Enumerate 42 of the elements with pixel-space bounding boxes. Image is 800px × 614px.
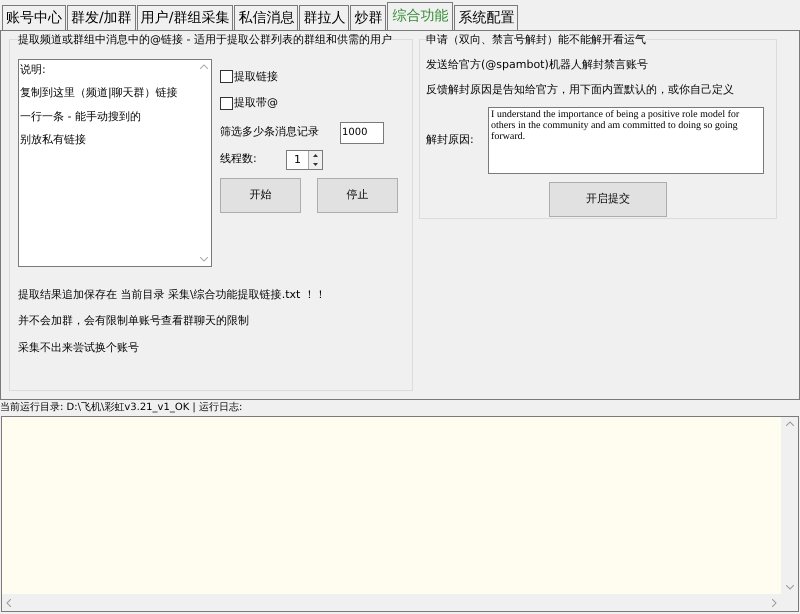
textarea-line: 别放私有链接	[20, 132, 87, 148]
checkbox-option[interactable]: 提取链接	[220, 68, 404, 85]
checkbox[interactable]	[220, 96, 233, 110]
note-text: 并不会加群，会有限制单账号查看群聊天的限制	[18, 313, 250, 329]
threads-spinner[interactable]: 1	[286, 150, 323, 170]
tab[interactable]: 综合功能	[387, 2, 454, 30]
tab[interactable]: 群发/加群	[67, 5, 136, 30]
scroll-up-icon[interactable]	[200, 64, 208, 68]
horizontal-scrollbar[interactable]	[2, 594, 781, 611]
spin-down-icon[interactable]	[313, 162, 318, 166]
action-button[interactable]: 停止	[317, 178, 398, 212]
tab[interactable]: 用户/群组采集	[136, 5, 234, 30]
action-button[interactable]: 开始	[220, 178, 301, 212]
textarea-line: 一行一条 - 能手动搜到的	[20, 108, 142, 124]
scroll-down-icon[interactable]	[786, 585, 794, 590]
textarea-line: 复制到这里（频道|聊天群）链接	[20, 85, 179, 101]
scroll-up-icon[interactable]	[786, 421, 794, 426]
tab[interactable]: 账号中心	[2, 5, 66, 30]
links-textarea[interactable]: 说明: 复制到这里（频道|聊天群）链接 一行一条 - 能手动搜到的 别放私有链接	[18, 58, 212, 266]
tab[interactable]: 私信消息	[234, 5, 298, 30]
tab[interactable]: 群拉人	[299, 5, 350, 30]
textarea-line: 说明:	[20, 62, 47, 78]
note-text: 采集不出来尝试换个账号	[18, 340, 140, 356]
checkbox[interactable]	[220, 70, 233, 84]
message-count-input[interactable]: 1000	[340, 122, 384, 144]
scroll-down-icon[interactable]	[200, 256, 208, 262]
checkbox-option[interactable]: 提取带@	[220, 95, 404, 112]
submit-button[interactable]: 开启提交	[549, 182, 667, 216]
info-text: 发送给官方(@spambot)机器人解封禁言账号	[426, 56, 649, 72]
threads-label: 线程数:	[220, 151, 258, 168]
spin-up-icon[interactable]	[313, 154, 318, 156]
status-line: 当前运行目录: D:\飞机\彩虹v3.21_v1_OK | 运行日志:	[0, 400, 244, 415]
filter-label: 筛选多少条消息记录	[220, 124, 320, 140]
tab[interactable]: 系统配置	[454, 5, 518, 30]
note-text: 提取结果追加保存在 当前目录 采集\综合功能提取链接.txt ！！	[18, 286, 327, 302]
tab[interactable]: 炒群	[350, 5, 386, 30]
reason-textarea[interactable]: I understand the importance of being a positive role model for others in the community and am committed to doing so going forward.	[488, 106, 764, 174]
scroll-left-icon[interactable]	[6, 598, 11, 606]
info-text: 反馈解封原因是告知给官方，用下面内置默认的，或你自己定义	[426, 82, 735, 98]
vertical-scrollbar[interactable]	[781, 417, 798, 611]
reason-label: 解封原因:	[426, 132, 475, 148]
scroll-right-icon[interactable]	[772, 598, 777, 606]
